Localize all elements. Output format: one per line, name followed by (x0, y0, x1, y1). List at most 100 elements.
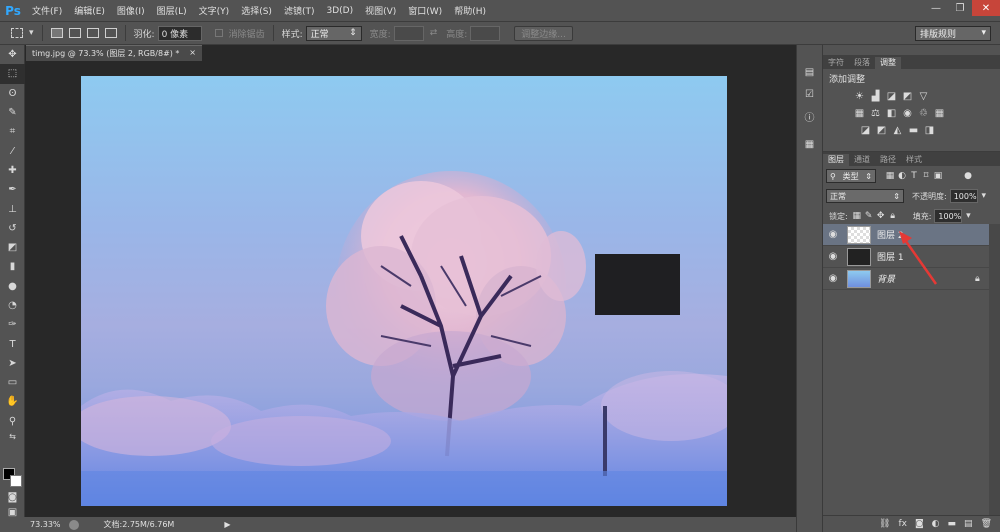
layer-row-background[interactable]: ◉ 背景 🔒︎ (823, 268, 989, 290)
new-group-icon[interactable]: ▬ (948, 519, 957, 529)
levels-icon[interactable]: ▟ (869, 90, 882, 103)
filter-pixel-icon[interactable]: ▦ (884, 170, 896, 182)
hand-icon[interactable]: ✋ (0, 392, 25, 411)
chevron-down-icon[interactable]: ▾ (29, 28, 34, 38)
swap-colors-icon[interactable]: ⇆ (0, 431, 25, 443)
delete-layer-icon[interactable]: 🗑︎ (981, 519, 992, 529)
eyedropper-icon[interactable]: ⁄ (0, 141, 25, 160)
blur-icon[interactable]: ● (0, 277, 25, 296)
style-select[interactable]: 正常 ⇕ (305, 25, 362, 41)
blend-mode-select[interactable]: 正常 ⇕ (826, 189, 904, 203)
close-button[interactable]: ✕ (972, 0, 1000, 16)
vibrance-icon[interactable]: ▽ (917, 90, 930, 103)
black-white-icon[interactable]: ◧ (885, 107, 898, 120)
menu-type[interactable]: 文字(Y) (193, 4, 236, 17)
layer-name[interactable]: 背景 (877, 272, 975, 285)
add-selection-icon[interactable] (68, 28, 81, 38)
restore-button[interactable]: ❐ (948, 0, 972, 16)
brush-icon[interactable]: ✒ (0, 180, 25, 199)
gradient-icon[interactable]: ▮ (0, 257, 25, 276)
lock-all-icon[interactable]: 🔒︎ (887, 210, 899, 222)
dodge-icon[interactable]: ◔ (0, 296, 25, 315)
new-adjustment-icon[interactable]: ◐ (932, 519, 940, 529)
filter-adjustment-icon[interactable]: ◐ (896, 170, 908, 182)
pen-icon[interactable]: ✑ (0, 315, 25, 334)
menu-select[interactable]: 选择(S) (235, 4, 278, 17)
swap-icon[interactable]: ⇄ (430, 28, 438, 38)
filter-smart-object-icon[interactable]: ▣ (932, 170, 944, 182)
menu-layer[interactable]: 图层(L) (151, 4, 193, 17)
color-swatches[interactable] (3, 468, 23, 488)
posterize-icon[interactable]: ◩ (875, 124, 888, 137)
link-layers-icon[interactable]: ⛓ (879, 519, 890, 529)
stamp-icon[interactable]: ⊥ (0, 199, 25, 218)
type-icon[interactable]: T (0, 334, 25, 353)
status-info-icon[interactable] (68, 519, 79, 530)
menu-filter[interactable]: 滤镜(T) (278, 4, 321, 17)
marquee-icon[interactable]: ⬚ (0, 64, 25, 84)
marquee-tool-preset-icon[interactable] (11, 28, 23, 38)
exposure-icon[interactable]: ◩ (901, 90, 914, 103)
shape-icon[interactable]: ▭ (0, 373, 25, 392)
layer-list-scrollbar[interactable] (989, 224, 1000, 524)
tab-character[interactable]: 字符 (823, 57, 849, 69)
document-tab[interactable]: timg.jpg @ 73.3% (图层 2, RGB/8#) * × (26, 45, 202, 61)
invert-icon[interactable]: ◪ (859, 124, 872, 137)
filter-kind-select[interactable]: ⚲ 类型 ⇕ (826, 169, 876, 183)
chevron-down-icon[interactable]: ▾ (962, 210, 974, 222)
healing-icon[interactable]: ✚ (0, 161, 25, 180)
feather-input[interactable]: 0 像素 (157, 25, 202, 41)
chevron-down-icon[interactable]: ▾ (978, 190, 990, 202)
background-color[interactable] (10, 475, 22, 487)
threshold-icon[interactable]: ◭ (891, 124, 904, 137)
tab-layers[interactable]: 图层 (823, 154, 849, 166)
swatches-panel-icon[interactable]: ▦ (797, 133, 822, 155)
eye-icon[interactable]: ◉ (823, 251, 843, 262)
lock-transparency-icon[interactable]: ▦ (851, 210, 863, 222)
color-lookup-icon[interactable]: ▦ (933, 107, 946, 120)
menu-image[interactable]: 图像(I) (111, 4, 151, 17)
tab-paths[interactable]: 路径 (875, 154, 901, 166)
path-select-icon[interactable]: ➤ (0, 354, 25, 373)
crop-icon[interactable]: ⌗ (0, 122, 25, 141)
eye-icon[interactable]: ◉ (823, 273, 843, 284)
lasso-icon[interactable]: ʘ (0, 84, 25, 103)
brightness-icon[interactable]: ☀ (853, 90, 866, 103)
lock-image-icon[interactable]: ✎ (863, 210, 875, 222)
menu-help[interactable]: 帮助(H) (448, 4, 492, 17)
width-input[interactable] (393, 25, 424, 41)
antialias-checkbox[interactable] (214, 29, 223, 37)
channel-mixer-icon[interactable]: ♲ (917, 107, 930, 120)
zoom-icon[interactable]: ⚲ (0, 412, 25, 431)
status-menu-arrow-icon[interactable]: ▶ (224, 520, 230, 529)
fx-icon[interactable]: fx (898, 519, 907, 529)
tab-styles[interactable]: 样式 (901, 154, 927, 166)
move-icon[interactable]: ✥ (0, 45, 25, 64)
new-selection-icon[interactable] (50, 28, 63, 38)
selective-color-icon[interactable]: ◨ (923, 124, 936, 137)
refine-edge-button[interactable]: 调整边缘... (514, 25, 573, 41)
menu-view[interactable]: 视图(V) (359, 4, 402, 17)
tab-adjustments[interactable]: 调整 (875, 57, 901, 69)
menu-edit[interactable]: 编辑(E) (68, 4, 111, 17)
fill-input[interactable]: 100% (934, 209, 963, 223)
minimize-button[interactable]: — (924, 0, 948, 16)
gradient-map-icon[interactable]: ▬ (907, 124, 920, 137)
workspace-select[interactable]: 排版规则 ▾ (915, 25, 991, 41)
hue-saturation-icon[interactable]: ▦ (853, 107, 866, 120)
lock-position-icon[interactable]: ✥ (875, 210, 887, 222)
layer-2-dark-square[interactable] (595, 254, 680, 315)
layer-row-layer-1[interactable]: ◉ 图层 1 (823, 246, 989, 268)
properties-panel-icon[interactable]: ⓘ (797, 105, 822, 127)
info-panel-icon[interactable]: ☑ (797, 83, 822, 105)
tab-channels[interactable]: 通道 (849, 154, 875, 166)
new-layer-icon[interactable]: ▤ (964, 519, 973, 529)
add-mask-icon[interactable]: ◙ (915, 519, 924, 529)
height-input[interactable] (470, 25, 501, 41)
intersect-selection-icon[interactable] (104, 28, 117, 38)
history-brush-icon[interactable]: ↺ (0, 219, 25, 238)
zoom-level[interactable]: 73.33% (30, 520, 61, 529)
tab-paragraph[interactable]: 段落 (849, 57, 875, 69)
layer-name[interactable]: 图层 1 (877, 250, 989, 263)
opacity-input[interactable]: 100% (949, 189, 978, 203)
